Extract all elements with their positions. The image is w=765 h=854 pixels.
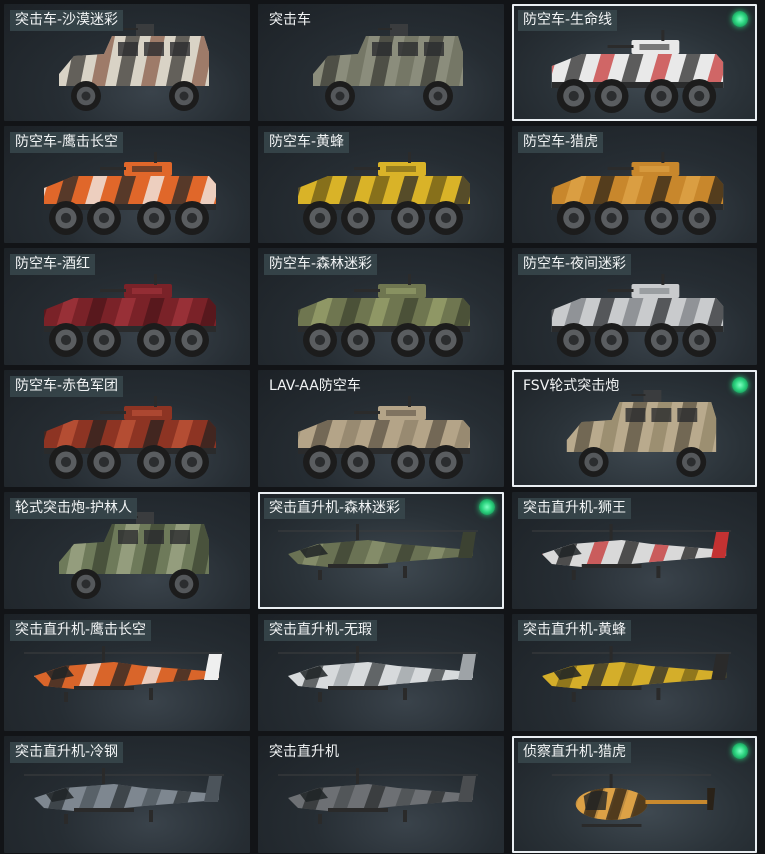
skin-tile[interactable]: 突击直升机-狮王 — [512, 492, 757, 609]
skin-tile[interactable]: 突击车 — [258, 4, 504, 121]
skin-tile[interactable]: 防空车-赤色军团 — [4, 370, 250, 487]
skin-tile[interactable]: 突击直升机-鹰击长空 — [4, 614, 250, 731]
skin-tile[interactable]: 突击车-沙漠迷彩 — [4, 4, 250, 121]
skin-tile[interactable]: 防空车-森林迷彩 — [258, 248, 504, 365]
skin-name: 突击直升机-森林迷彩 — [264, 498, 406, 519]
skin-tile[interactable]: 突击直升机-黄蜂 — [512, 614, 757, 731]
equipped-indicator-icon — [479, 499, 495, 515]
skin-name: 突击直升机 — [269, 744, 339, 760]
equipped-indicator-icon — [732, 743, 748, 759]
skin-grid: 突击车-沙漠迷彩 突击车 防空车-生命线防空车-鹰击长空 防空车-黄蜂 防空车-猎虎防空… — [4, 4, 761, 853]
skin-name: 轮式突击炮-护林人 — [10, 498, 138, 519]
skin-tile[interactable]: 轮式突击炮-护林人 — [4, 492, 250, 609]
skin-name: 突击车-沙漠迷彩 — [10, 10, 124, 31]
skin-tile[interactable]: 防空车-鹰击长空 — [4, 126, 250, 243]
skin-name: 突击直升机-狮王 — [518, 498, 632, 519]
equipped-indicator-icon — [732, 11, 748, 27]
skin-name: 突击直升机-鹰击长空 — [10, 620, 152, 641]
skin-name: 防空车-生命线 — [518, 10, 618, 31]
skin-name: 防空车-森林迷彩 — [264, 254, 378, 275]
skin-name: 防空车-猎虎 — [518, 132, 604, 153]
skin-name: 防空车-夜间迷彩 — [518, 254, 632, 275]
skin-name: 防空车-赤色军团 — [10, 376, 124, 397]
skin-name: 突击直升机-冷钢 — [10, 742, 124, 763]
skin-name: 侦察直升机-猎虎 — [518, 742, 632, 763]
skin-tile[interactable]: 防空车-猎虎 — [512, 126, 757, 243]
skin-name: 突击车 — [269, 12, 311, 28]
skin-name: 突击直升机-黄蜂 — [518, 620, 632, 641]
skin-tile[interactable]: LAV-AA防空车 — [258, 370, 504, 487]
skin-name: 防空车-鹰击长空 — [10, 132, 124, 153]
skin-tile[interactable]: 突击直升机-无瑕 — [258, 614, 504, 731]
skin-tile[interactable]: 防空车-酒红 — [4, 248, 250, 365]
skin-tile[interactable]: FSV轮式突击炮 — [512, 370, 757, 487]
skin-name: 防空车-酒红 — [10, 254, 96, 275]
skin-name: 防空车-黄蜂 — [264, 132, 350, 153]
skin-tile[interactable]: 突击直升机 — [258, 736, 504, 853]
skin-name: FSV轮式突击炮 — [523, 378, 620, 394]
skin-tile[interactable]: 突击直升机-森林迷彩 — [258, 492, 504, 609]
skin-tile[interactable]: 突击直升机-冷钢 — [4, 736, 250, 853]
skin-tile[interactable]: 防空车-生命线 — [512, 4, 757, 121]
skin-name: 突击直升机-无瑕 — [264, 620, 378, 641]
skin-tile[interactable]: 防空车-黄蜂 — [258, 126, 504, 243]
equipped-indicator-icon — [732, 377, 748, 393]
skin-name: LAV-AA防空车 — [269, 378, 361, 394]
skin-tile[interactable]: 防空车-夜间迷彩 — [512, 248, 757, 365]
skin-tile[interactable]: 侦察直升机-猎虎 — [512, 736, 757, 853]
